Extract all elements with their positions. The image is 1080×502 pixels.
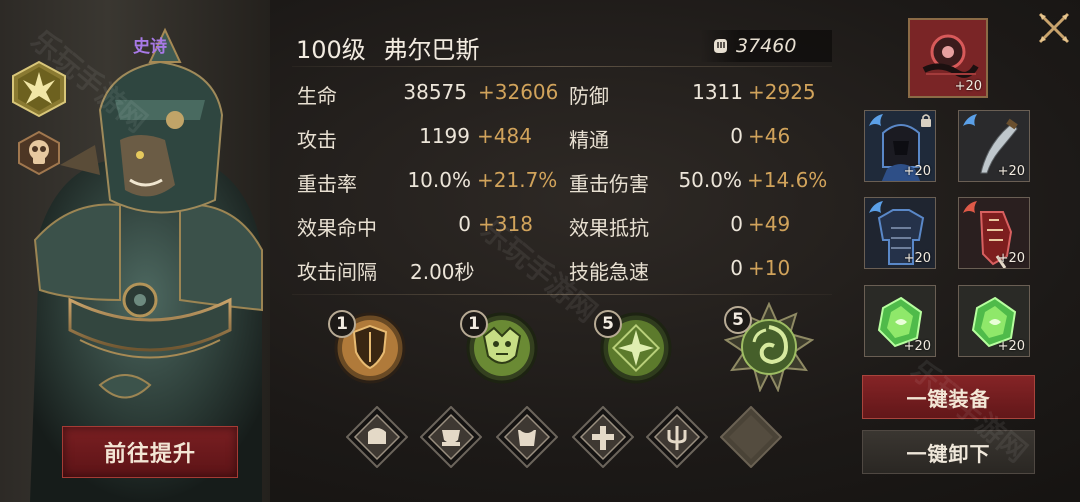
close-icon[interactable] <box>1034 8 1074 48</box>
upgrade-level: +20 <box>997 164 1025 179</box>
unequip-all-button[interactable]: 一键卸下 <box>862 430 1035 474</box>
power-fist-icon <box>714 39 727 53</box>
stat-label: 攻击 <box>297 128 337 152</box>
cross-rune-icon <box>571 405 635 469</box>
hero-portrait-panel: 史诗 前往提升 <box>0 0 270 502</box>
character-title: 100级 弗尔巴斯 <box>296 30 479 65</box>
equipment-slot-helmet[interactable]: +20 <box>864 110 936 182</box>
upgrade-level: +20 <box>997 251 1025 266</box>
trident-rune-icon <box>645 405 709 469</box>
upgrade-level: +20 <box>903 164 931 179</box>
equipment-slot-gem-right[interactable]: +20 <box>958 285 1030 357</box>
stat-effect-hit: 效果命中 0 +318 <box>297 212 557 242</box>
go-upgrade-button[interactable]: 前往提升 <box>62 426 238 478</box>
equipment-slot-gem-left[interactable]: +20 <box>864 285 936 357</box>
stat-bonus: +21.7% <box>477 168 558 192</box>
chest-rune-icon <box>419 405 483 469</box>
stat-bonus: +318 <box>478 212 533 236</box>
stat-label: 技能急速 <box>569 260 649 284</box>
skill-3[interactable]: 5 <box>594 306 672 384</box>
stat-crit-damage: 重击伤害 50.0% +14.6% <box>569 168 829 198</box>
stat-effect-resist: 效果抵抗 0 +49 <box>569 212 829 242</box>
stat-base: 1199 <box>419 124 470 148</box>
character-name: 弗尔巴斯 <box>383 36 480 64</box>
stat-bonus: +49 <box>748 212 791 236</box>
skill-level-badge: 5 <box>594 310 622 338</box>
skill-level-badge: 1 <box>460 310 488 338</box>
stat-mastery: 精通 0 +46 <box>569 124 829 154</box>
upgrade-level: +20 <box>954 79 982 94</box>
stat-bonus: +32606 <box>478 80 559 104</box>
equipment-slot-weapon[interactable]: +20 <box>958 110 1030 182</box>
winged-crest-icon[interactable] <box>10 60 68 118</box>
rune-slot-2[interactable] <box>419 405 483 469</box>
blue-rarity-tag-icon <box>869 201 883 213</box>
skill-2[interactable]: 1 <box>460 306 538 384</box>
stat-crit-rate: 重击率 10.0% +21.7% <box>297 168 557 198</box>
skull-icon[interactable] <box>16 130 62 176</box>
stat-label: 生命 <box>297 84 337 108</box>
skill-level-badge: 1 <box>328 310 356 338</box>
skill-4[interactable]: 5 <box>723 301 815 393</box>
stat-label: 攻击间隔 <box>297 260 377 284</box>
equipment-featured[interactable]: +20 <box>908 18 988 98</box>
equip-all-button[interactable]: 一键装备 <box>862 375 1035 419</box>
rune-slot-3[interactable] <box>495 405 559 469</box>
stat-label: 精通 <box>569 128 609 152</box>
stat-attack: 攻击 1199 +484 <box>297 124 557 154</box>
stat-base: 0 <box>730 256 743 280</box>
power-value: 37460 <box>736 35 797 57</box>
character-level: 100级 <box>296 36 366 64</box>
rune-slot-1[interactable] <box>345 405 409 469</box>
stat-label: 效果命中 <box>297 216 377 240</box>
helmet-rune-icon <box>345 405 409 469</box>
rarity-label: 史诗 <box>133 37 167 57</box>
red-rarity-tag-icon <box>963 201 977 213</box>
rune-slot-4[interactable] <box>571 405 635 469</box>
stat-bonus: +14.6% <box>747 168 828 192</box>
stat-base: 0 <box>458 212 471 236</box>
skill-level-badge: 5 <box>724 306 752 334</box>
stat-defense: 防御 1311 +2925 <box>569 80 829 110</box>
rune-slot-5[interactable] <box>645 405 709 469</box>
stat-base: 2.00秒 <box>410 260 475 284</box>
power-display: 37460 <box>700 30 832 62</box>
blue-rarity-tag-icon <box>869 114 883 126</box>
stat-base: 38575 <box>403 80 467 104</box>
skill-1[interactable]: 1 <box>328 306 406 384</box>
lock-icon <box>921 114 931 127</box>
stat-bonus: +484 <box>477 124 532 148</box>
upgrade-level: +20 <box>903 339 931 354</box>
stat-base: 1311 <box>692 80 743 104</box>
armor-rune-icon <box>495 405 559 469</box>
stats-divider <box>292 294 832 295</box>
empty-rune-slot <box>719 405 783 469</box>
stat-base: 0 <box>730 124 743 148</box>
upgrade-level: +20 <box>903 251 931 266</box>
stat-hp: 生命 38575 +32606 <box>297 80 559 110</box>
stat-bonus: +10 <box>748 256 791 280</box>
stat-base: 0 <box>730 212 743 236</box>
rune-slot-6[interactable] <box>719 405 783 469</box>
stat-label: 重击伤害 <box>569 172 649 196</box>
stat-label: 防御 <box>569 84 609 108</box>
stat-label: 效果抵抗 <box>569 216 649 240</box>
stat-attack-interval: 攻击间隔 2.00秒 <box>297 256 557 286</box>
blue-rarity-tag-icon <box>963 114 977 126</box>
upgrade-level: +20 <box>997 339 1025 354</box>
stat-skill-haste: 技能急速 0 +10 <box>569 256 829 286</box>
stat-bonus: +2925 <box>748 80 816 104</box>
equipment-slot-gauntlet[interactable]: +20 <box>958 197 1030 269</box>
stat-bonus: +46 <box>748 124 791 148</box>
stat-label: 重击率 <box>297 172 357 196</box>
equipment-slot-armor[interactable]: +20 <box>864 197 936 269</box>
header-divider <box>292 66 832 67</box>
stat-base: 10.0% <box>407 168 471 192</box>
stat-base: 50.0% <box>678 168 742 192</box>
